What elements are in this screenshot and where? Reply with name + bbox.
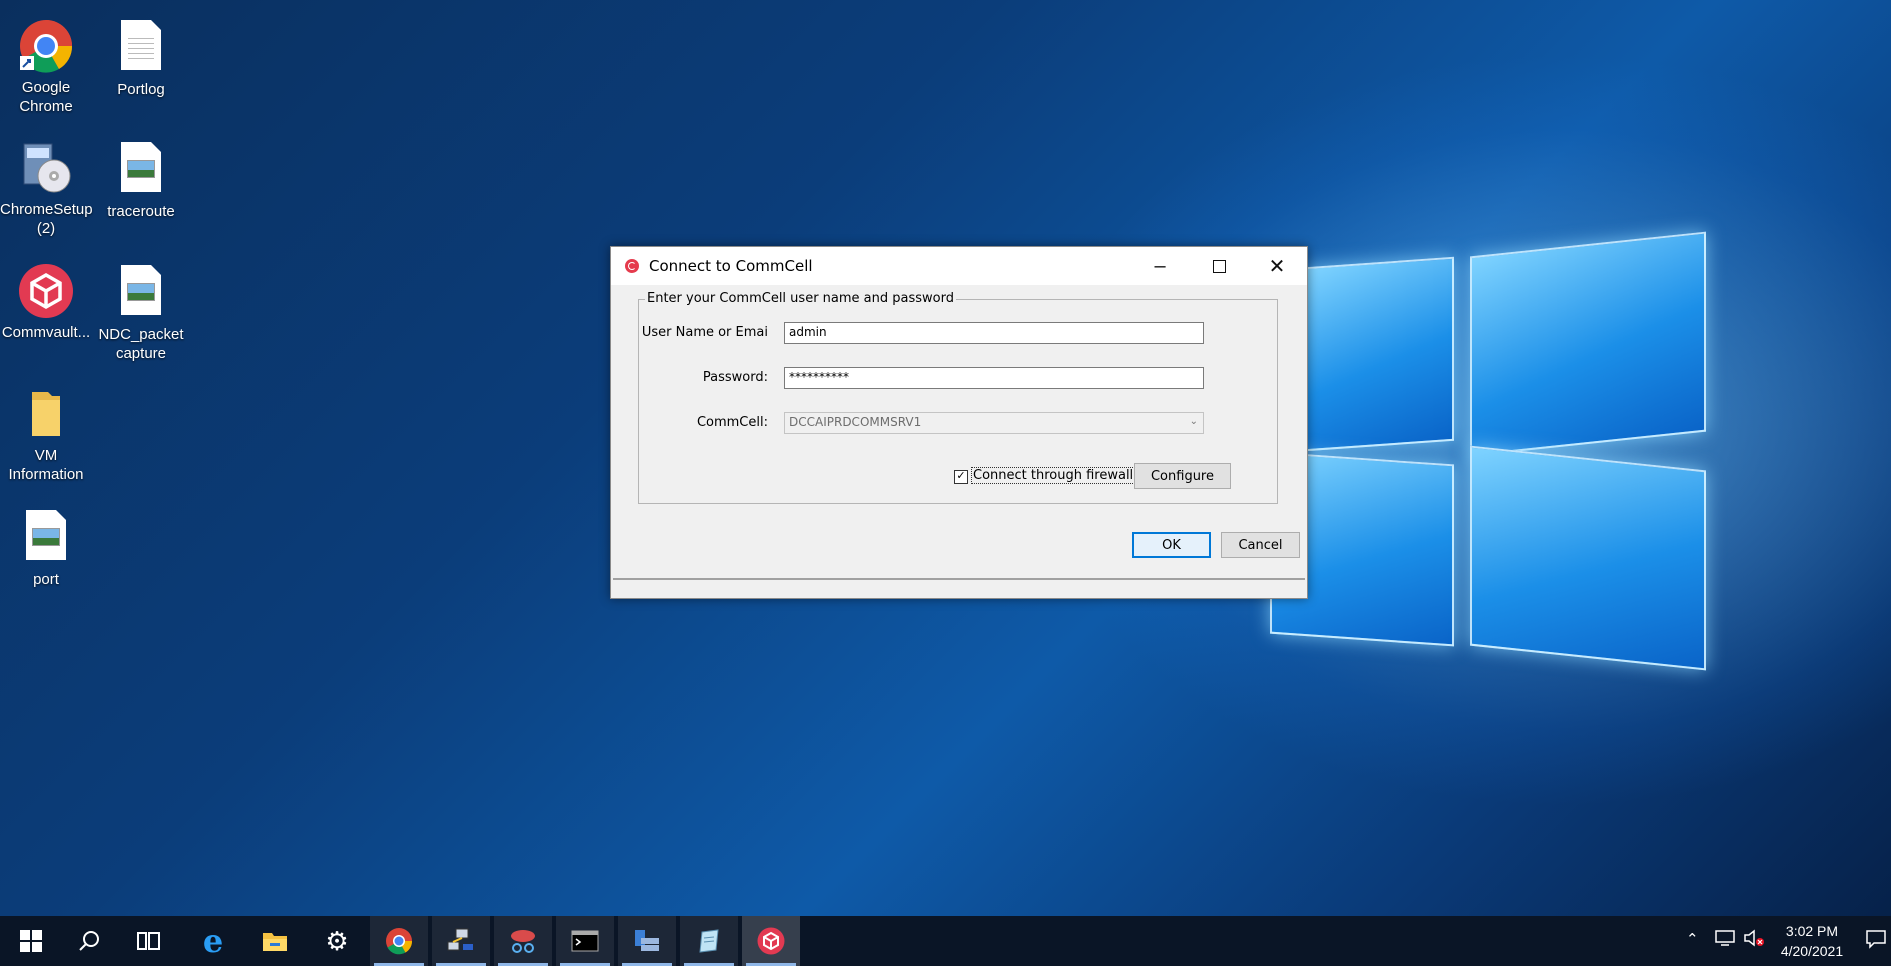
taskbar-chrome[interactable] xyxy=(370,916,428,966)
group-title: Enter your CommCell user name and passwo… xyxy=(645,291,956,306)
desktop-icon-label: ChromeSetup (2) xyxy=(0,201,93,237)
text-file-icon xyxy=(113,20,169,76)
taskbar-file-explorer[interactable] xyxy=(246,916,304,966)
commcell-app-icon xyxy=(625,259,639,273)
search-icon xyxy=(79,931,99,951)
folder-icon xyxy=(18,386,74,442)
server-manager-icon xyxy=(635,930,659,951)
show-hidden-icons-chevron-up-icon[interactable]: ⌃ xyxy=(1686,930,1699,948)
desktop-icon-google-chrome[interactable]: Google Chrome xyxy=(0,18,92,116)
commcell-dropdown[interactable]: DCCAIPRDCOMMSRV1 ⌄ xyxy=(784,412,1204,434)
desktop-icon-port[interactable]: port xyxy=(0,508,92,589)
image-file-icon xyxy=(18,510,74,566)
commvault-icon xyxy=(18,263,74,319)
image-file-icon xyxy=(113,142,169,198)
commcell-selected-value: DCCAIPRDCOMMSRV1 xyxy=(789,415,922,429)
volume-muted-icon[interactable] xyxy=(1743,929,1765,951)
file-explorer-icon xyxy=(263,933,287,951)
network-icon[interactable] xyxy=(1715,929,1735,951)
password-label: Password: xyxy=(702,370,768,385)
username-label: User Name or Emai xyxy=(641,325,768,340)
clock-date: 4/20/2021 xyxy=(1780,943,1844,959)
notifications-icon[interactable] xyxy=(1866,929,1886,953)
minimize-button[interactable]: – xyxy=(1131,247,1189,285)
taskbar-command-prompt[interactable] xyxy=(556,916,614,966)
internet-explorer-icon: e xyxy=(202,922,224,960)
taskbar-settings[interactable]: ⚙ xyxy=(308,916,366,966)
checkmark-icon: ✓ xyxy=(956,470,966,482)
dialog-status-bar xyxy=(613,578,1305,598)
image-file-icon xyxy=(113,265,169,321)
chrome-icon xyxy=(386,928,413,955)
command-prompt-icon xyxy=(571,930,599,952)
taskbar-server-manager[interactable] xyxy=(618,916,676,966)
taskbar-notepad[interactable] xyxy=(680,916,738,966)
desktop-icon-commvault[interactable]: Commvault... xyxy=(0,263,92,342)
taskbar: e ⚙ ⌃ 3:02 PM 4/20/2021 xyxy=(0,916,1891,966)
taskbar-snipping-tool[interactable] xyxy=(494,916,552,966)
desktop-icon-ndc-packet-capture[interactable]: NDC_packet capture xyxy=(95,263,187,363)
task-view-icon xyxy=(137,932,160,950)
installer-disc-icon xyxy=(18,140,74,196)
maximize-icon xyxy=(1212,259,1226,273)
firewall-checkbox[interactable]: ✓ xyxy=(954,470,968,484)
configure-button[interactable]: Configure xyxy=(1134,463,1231,489)
desktop-icon-vm-information[interactable]: VM Information xyxy=(0,386,92,484)
commvault-icon xyxy=(757,927,785,955)
desktop-icon-label: traceroute xyxy=(107,203,175,220)
username-field[interactable]: admin xyxy=(784,322,1204,344)
notepad-icon xyxy=(699,929,719,953)
task-view-button[interactable] xyxy=(120,916,178,966)
minimize-icon: – xyxy=(1154,254,1166,277)
password-field[interactable]: ********** xyxy=(784,367,1204,389)
desktop-icon-label: Commvault... xyxy=(1,324,91,341)
credentials-group: Enter your CommCell user name and passwo… xyxy=(638,291,1278,504)
desktop-icon-label: Google Chrome xyxy=(19,79,73,115)
maximize-button[interactable] xyxy=(1190,247,1248,285)
clock-time: 3:02 PM xyxy=(1785,923,1839,939)
desktop-icon-label: NDC_packet capture xyxy=(98,326,184,362)
connect-to-commcell-dialog: Connect to CommCell – ✕ Enter your CommC… xyxy=(610,246,1308,599)
chrome-icon xyxy=(18,18,74,74)
start-icon xyxy=(20,930,42,952)
search-button[interactable] xyxy=(60,916,118,966)
dialog-title: Connect to CommCell xyxy=(649,257,813,275)
firewall-checkbox-label[interactable]: Connect through firewall xyxy=(971,467,1136,484)
desktop-icon-label: VM Information xyxy=(8,447,84,483)
desktop-icon-traceroute[interactable]: traceroute xyxy=(95,140,187,221)
desktop-icon-portlog[interactable]: Portlog xyxy=(95,18,187,99)
chevron-down-icon: ⌄ xyxy=(1189,416,1198,427)
clock[interactable]: 3:02 PM 4/20/2021 xyxy=(1772,921,1852,961)
desktop-icon-label: port xyxy=(33,571,59,588)
snipping-tool-icon xyxy=(511,930,535,953)
close-button[interactable]: ✕ xyxy=(1248,247,1306,285)
taskbar-network-tool[interactable] xyxy=(432,916,490,966)
commcell-label: CommCell: xyxy=(696,415,768,430)
cancel-button[interactable]: Cancel xyxy=(1221,532,1300,558)
taskbar-commvault[interactable] xyxy=(742,916,800,966)
dialog-titlebar[interactable]: Connect to CommCell – ✕ xyxy=(611,247,1307,285)
start-button[interactable] xyxy=(2,916,60,966)
desktop-icon-label: Portlog xyxy=(117,81,165,98)
settings-icon: ⚙ xyxy=(325,925,349,956)
taskbar-internet-explorer[interactable]: e xyxy=(184,916,242,966)
desktop-icon-chromesetup[interactable]: ChromeSetup (2) xyxy=(0,140,93,238)
network-tool-icon xyxy=(447,928,473,951)
ok-button[interactable]: OK xyxy=(1132,532,1211,558)
close-icon: ✕ xyxy=(1268,255,1286,278)
